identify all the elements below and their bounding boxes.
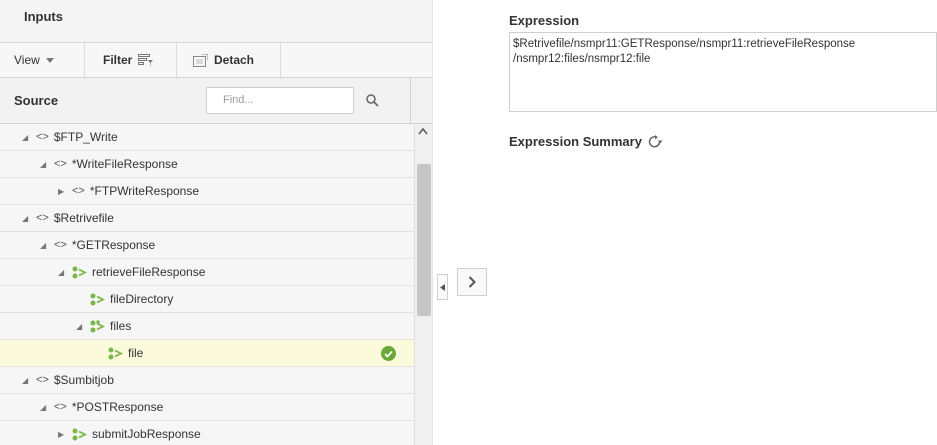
expanded-triangle-icon[interactable]: ◢	[40, 160, 54, 169]
expanded-triangle-icon[interactable]: ◢	[22, 214, 36, 223]
source-tree: ◢ <> $FTP_Write ◢ <> *WriteFileResponse ▶ <> *FT…	[0, 124, 414, 445]
tree-item-label: submitJobResponse	[92, 427, 201, 441]
complex-type-icon	[90, 293, 105, 305]
find-input[interactable]: Find...	[206, 87, 354, 114]
tree-item[interactable]: ◢ <> $Sumbitjob	[0, 367, 414, 394]
element-icon: <>	[72, 185, 85, 197]
tree-item-label: *FTPWriteResponse	[89, 184, 200, 198]
expanded-triangle-icon[interactable]: ◢	[40, 403, 54, 412]
element-icon: <>	[54, 158, 67, 170]
filter-button[interactable]: Filter	[85, 43, 177, 77]
tree-item-label: *GETResponse	[71, 238, 156, 252]
source-header: Source Find...	[0, 78, 432, 124]
element-icon: <>	[36, 374, 49, 386]
tree-item[interactable]: ◢ <> $Retrivefile	[0, 205, 414, 232]
tree-item[interactable]: ▶ <> *FTPWriteResponse	[0, 178, 414, 205]
tree-item-label: file	[128, 346, 144, 360]
tree-item[interactable]: ◢ <> *GETResponse	[0, 232, 414, 259]
complex-type-icon	[108, 347, 123, 359]
find-placeholder: Find...	[223, 94, 254, 106]
tree-item[interactable]: file	[0, 340, 414, 367]
repeating-element-icon	[90, 319, 105, 332]
complex-type-icon	[72, 266, 87, 278]
complex-type-icon	[72, 428, 87, 440]
view-label: View	[14, 53, 40, 67]
tree-scrollbar[interactable]	[414, 124, 432, 445]
scroll-up-icon[interactable]	[418, 128, 428, 135]
insert-into-expression-button[interactable]	[457, 268, 487, 296]
expanded-triangle-icon[interactable]: ◢	[40, 241, 54, 250]
element-icon: <>	[54, 401, 67, 413]
tree-item[interactable]: ◢ retrieveFileResponse	[0, 259, 414, 286]
filter-label: Filter	[103, 53, 133, 67]
detach-label: Detach	[214, 53, 255, 67]
element-icon: <>	[54, 239, 67, 251]
filter-icon	[138, 54, 154, 66]
tree-item[interactable]: ◢ <> $FTP_Write	[0, 124, 414, 151]
tree-item-label: *POSTResponse	[71, 400, 164, 414]
refresh-icon	[648, 135, 663, 148]
expanded-triangle-icon[interactable]: ◢	[22, 376, 36, 385]
tree-item[interactable]: fileDirectory	[0, 286, 414, 313]
panel-divider	[432, 0, 433, 445]
search-icon	[365, 94, 379, 107]
tree-item[interactable]: ▶ submitJobResponse	[0, 421, 414, 445]
expression-summary-title: Expression Summary	[509, 134, 642, 149]
expression-summary-header: Expression Summary	[509, 134, 663, 149]
collapsed-triangle-icon[interactable]: ▶	[58, 430, 72, 439]
source-label: Source	[14, 93, 59, 108]
caret-left-icon	[440, 283, 445, 291]
tree-item-label: $Retrivefile	[53, 211, 114, 225]
chevron-right-icon	[468, 276, 476, 288]
expanded-triangle-icon[interactable]: ◢	[58, 268, 72, 277]
tree-item-label: $Sumbitjob	[53, 373, 114, 387]
expanded-triangle-icon[interactable]: ◢	[22, 133, 36, 142]
detach-icon	[193, 53, 208, 67]
collapse-panel-button[interactable]	[437, 274, 448, 300]
tree-item-label: retrieveFileResponse	[92, 265, 206, 279]
search-button[interactable]	[356, 87, 388, 114]
inputs-title: Inputs	[0, 0, 432, 42]
view-menu-button[interactable]: View	[0, 43, 85, 77]
tree-item[interactable]: ◢ <> *POSTResponse	[0, 394, 414, 421]
inputs-toolbar: View Filter Detach	[0, 42, 432, 78]
tree-item-label: files	[110, 319, 132, 333]
expanded-triangle-icon[interactable]: ◢	[76, 322, 90, 331]
collapsed-triangle-icon[interactable]: ▶	[58, 187, 72, 196]
refresh-button[interactable]	[648, 135, 663, 148]
detach-button[interactable]: Detach	[177, 43, 281, 77]
inputs-panel: Inputs View Filter Detach Source Find...…	[0, 0, 432, 445]
tree-item-label: $FTP_Write	[53, 130, 118, 144]
tree-item-label: fileDirectory	[110, 292, 174, 306]
element-icon: <>	[36, 212, 49, 224]
checkmark-icon	[381, 346, 396, 361]
expression-title: Expression	[509, 13, 580, 28]
chevron-down-icon	[45, 57, 54, 63]
tree-item[interactable]: ◢ <> *WriteFileResponse	[0, 151, 414, 178]
expression-editor[interactable]: $Retrivefile/nsmpr11:GETResponse/nsmpr11…	[509, 32, 937, 112]
source-separator	[410, 78, 411, 124]
tree-item[interactable]: ◢ files	[0, 313, 414, 340]
tree-item-label: *WriteFileResponse	[71, 157, 178, 171]
scroll-thumb[interactable]	[417, 164, 431, 316]
element-icon: <>	[36, 131, 49, 143]
